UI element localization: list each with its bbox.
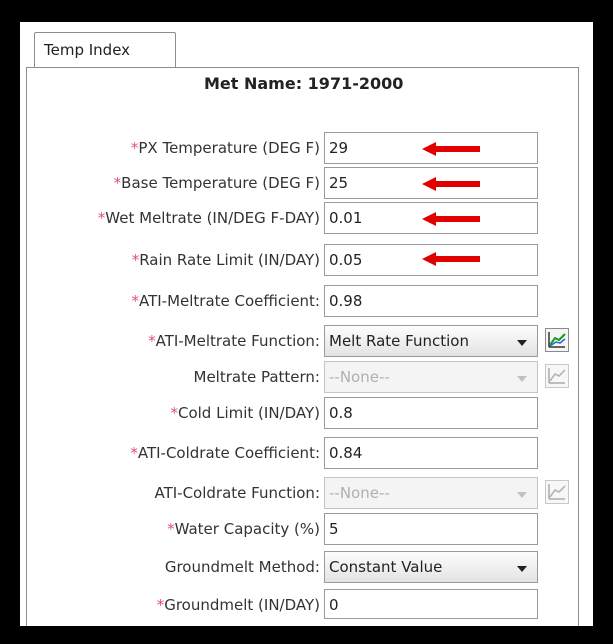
cold-limit-input[interactable]: 0.8 (324, 397, 538, 429)
red-arrow-icon (422, 212, 480, 226)
px-temperature-label: *PX Temperature (DEG F) (131, 131, 320, 165)
ati-meltrate-coefficient-label: *ATI-Meltrate Coefficient: (131, 284, 320, 318)
ati-meltrate-coefficient-input[interactable]: 0.98 (324, 285, 538, 317)
coldrate-chart-button[interactable] (545, 480, 569, 504)
wet-meltrate-row: *Wet Meltrate (IN/DEG F-DAY) 0.01 (0, 201, 573, 235)
ati-coldrate-coefficient-label: *ATI-Coldrate Coefficient: (130, 436, 320, 470)
select-value: Constant Value (329, 558, 443, 576)
field-label-text: Wet Meltrate (IN/DEG F-DAY) (105, 209, 320, 227)
groundmelt-method-label: Groundmelt Method: (164, 558, 320, 576)
chart-icon (548, 484, 566, 500)
field-label-text: Groundmelt (IN/DAY) (164, 596, 320, 614)
ati-coldrate-coefficient-input[interactable]: 0.84 (324, 437, 538, 469)
cold-limit-row: *Cold Limit (IN/DAY) 0.8 (0, 396, 573, 430)
required-marker: * (130, 444, 138, 462)
meltrate-pattern-chart-button[interactable] (545, 364, 569, 388)
select-value: --None-- (329, 368, 390, 386)
field-label-text: Water Capacity (%) (174, 520, 320, 538)
water-capacity-input[interactable]: 5 (324, 513, 538, 545)
groundmelt-row: *Groundmelt (IN/DAY) 0 (0, 588, 573, 622)
ati-coldrate-function-row: ATI-Coldrate Function: --None-- (0, 476, 573, 510)
base-temperature-label: *Base Temperature (DEG F) (114, 166, 320, 200)
ati-coldrate-function-label: ATI-Coldrate Function: (154, 484, 320, 502)
chevron-down-icon (517, 340, 527, 346)
field-label-text: PX Temperature (DEG F) (138, 139, 320, 157)
base-temperature-row: *Base Temperature (DEG F) 25 (0, 166, 573, 200)
chart-icon (548, 368, 566, 384)
meltrate-pattern-row: Meltrate Pattern: --None-- (0, 360, 573, 394)
wet-meltrate-label: *Wet Meltrate (IN/DEG F-DAY) (98, 201, 320, 235)
cold-limit-label: *Cold Limit (IN/DAY) (170, 396, 320, 430)
red-arrow-icon (422, 252, 480, 266)
ati-meltrate-function-row: *ATI-Meltrate Function: Melt Rate Functi… (0, 324, 573, 358)
meltrate-pattern-select[interactable]: --None-- (324, 361, 538, 393)
groundmelt-method-row: Groundmelt Method: Constant Value (0, 550, 573, 584)
melt-rate-chart-button[interactable] (545, 328, 569, 352)
required-marker: * (170, 404, 178, 422)
tab-temp-index[interactable]: Temp Index (34, 32, 176, 68)
field-label-text: Base Temperature (DEG F) (121, 174, 320, 192)
chart-icon (548, 332, 566, 348)
ati-coldrate-function-select[interactable]: --None-- (324, 477, 538, 509)
red-arrow-icon (422, 177, 480, 191)
meltrate-pattern-label: Meltrate Pattern: (193, 368, 320, 386)
rain-rate-limit-label: *Rain Rate Limit (IN/DAY) (132, 243, 320, 277)
px-temperature-row: *PX Temperature (DEG F) 29 (0, 131, 573, 165)
ati-coldrate-coefficient-row: *ATI-Coldrate Coefficient: 0.84 (0, 436, 573, 470)
groundmelt-method-select[interactable]: Constant Value (324, 551, 538, 583)
groundmelt-label: *Groundmelt (IN/DAY) (157, 588, 320, 622)
ati-meltrate-function-select[interactable]: Melt Rate Function (324, 325, 538, 357)
chevron-down-icon (517, 492, 527, 498)
water-capacity-row: *Water Capacity (%) 5 (0, 512, 573, 546)
tab-strip: Temp Index (20, 22, 593, 68)
met-name-label: Met Name: 1971-2000 (204, 74, 404, 93)
water-capacity-label: *Water Capacity (%) (167, 512, 320, 546)
rain-rate-limit-row: *Rain Rate Limit (IN/DAY) 0.05 (0, 243, 573, 277)
groundmelt-input[interactable]: 0 (324, 589, 538, 619)
select-value: --None-- (329, 484, 390, 502)
chevron-down-icon (517, 566, 527, 572)
select-value: Melt Rate Function (329, 332, 469, 350)
required-marker: * (167, 520, 175, 538)
field-label-text: ATI-Meltrate Coefficient: (138, 292, 320, 310)
field-label-text: ATI-Coldrate Coefficient: (137, 444, 320, 462)
field-label-text: Rain Rate Limit (IN/DAY) (139, 251, 320, 269)
ati-meltrate-function-label: *ATI-Meltrate Function: (148, 324, 320, 358)
required-marker: * (148, 332, 156, 350)
red-arrow-icon (422, 142, 480, 156)
field-label-text: ATI-Meltrate Function: (155, 332, 320, 350)
field-label-text: Cold Limit (IN/DAY) (177, 404, 320, 422)
ati-meltrate-coefficient-row: *ATI-Meltrate Coefficient: 0.98 (0, 284, 573, 318)
required-marker: * (131, 292, 139, 310)
chevron-down-icon (517, 376, 527, 382)
